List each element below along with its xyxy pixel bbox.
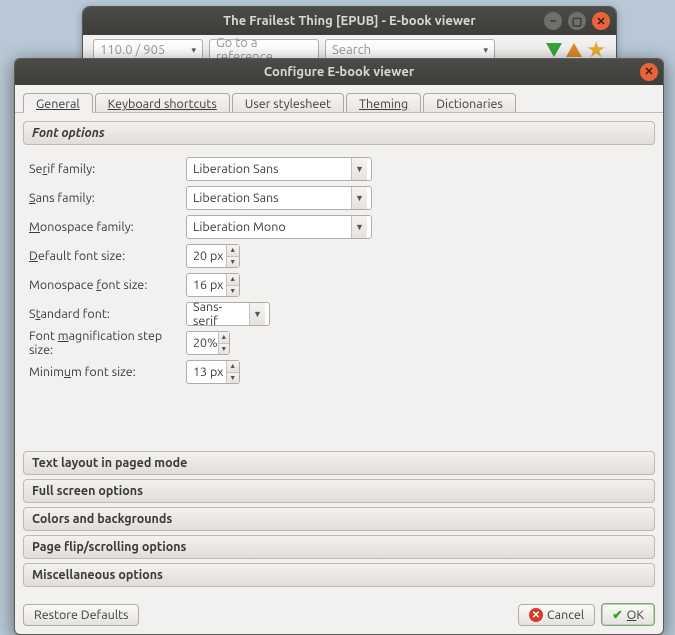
ok-button[interactable]: ✔ OK: [601, 603, 655, 626]
monospace-family-value: Liberation Mono: [193, 220, 347, 234]
bookmark-icon[interactable]: ★: [586, 41, 606, 59]
close-icon[interactable]: ✕: [592, 12, 610, 30]
restore-defaults-button[interactable]: Restore Defaults: [23, 604, 139, 626]
spin-down-icon[interactable]: ▼: [227, 286, 239, 297]
spin-up-icon[interactable]: ▲: [227, 361, 239, 373]
font-mag-step-label: Font magnification step size:: [29, 329, 186, 357]
prev-icon[interactable]: [566, 43, 582, 57]
tab-keyboard-shortcuts[interactable]: Keyboard shortcuts: [95, 93, 230, 112]
spin-up-icon[interactable]: ▲: [227, 274, 239, 286]
spin-down-icon[interactable]: ▼: [219, 344, 229, 355]
sans-family-label: Sans family:: [29, 191, 186, 205]
minimum-font-size-spin[interactable]: 13 px ▲▼: [186, 360, 240, 384]
sans-family-combo[interactable]: Liberation Sans ▼: [186, 186, 372, 210]
dialog-close-icon[interactable]: ✕: [640, 63, 658, 81]
dialog-title: Configure E-book viewer: [264, 65, 414, 79]
standard-font-combo[interactable]: Sans-serif ▼: [186, 302, 270, 326]
tab-bar: General Keyboard shortcuts User styleshe…: [15, 85, 663, 113]
chevron-down-icon[interactable]: ▼: [351, 158, 367, 180]
position-value: 110.0 / 905: [100, 43, 165, 57]
font-mag-step-value: 20%: [193, 336, 218, 350]
tab-theming[interactable]: Theming: [346, 93, 421, 112]
serif-family-value: Liberation Sans: [193, 162, 347, 176]
default-font-size-label: Default font size:: [29, 249, 186, 263]
minimum-font-size-label: Minimum font size:: [29, 365, 186, 379]
check-icon: ✔: [612, 607, 622, 622]
chevron-down-icon[interactable]: ▼: [249, 303, 265, 325]
monospace-font-size-spin[interactable]: 16 px ▲▼: [186, 273, 240, 297]
serif-family-label: Serif family:: [29, 162, 186, 176]
section-misc[interactable]: Miscellaneous options: [23, 563, 655, 587]
spin-down-icon[interactable]: ▼: [227, 373, 239, 384]
viewer-title: The Frailest Thing [EPUB] - E-book viewe…: [83, 14, 616, 28]
monospace-font-size-label: Monospace font size:: [29, 278, 186, 292]
spin-up-icon[interactable]: ▲: [219, 332, 229, 344]
standard-font-label: Standard font:: [29, 307, 186, 321]
cancel-icon: ✕: [529, 608, 543, 622]
monospace-font-size-value: 16 px: [193, 278, 226, 292]
minimum-font-size-value: 13 px: [193, 365, 226, 379]
viewer-titlebar: The Frailest Thing [EPUB] - E-book viewe…: [83, 7, 616, 35]
sans-family-value: Liberation Sans: [193, 191, 347, 205]
section-font-options[interactable]: Font options: [23, 121, 655, 145]
dialog-titlebar: Configure E-book viewer ✕: [15, 59, 663, 85]
configure-dialog: Configure E-book viewer ✕ General Keyboa…: [14, 58, 664, 635]
tab-dictionaries[interactable]: Dictionaries: [423, 93, 516, 112]
minimize-icon[interactable]: –: [544, 12, 562, 30]
cancel-button[interactable]: ✕ Cancel: [518, 604, 595, 626]
font-mag-step-spin[interactable]: 20% ▲▼: [186, 331, 230, 355]
tab-general[interactable]: General: [23, 93, 93, 113]
standard-font-value: Sans-serif: [193, 300, 245, 328]
tab-general-body: Font options Serif family: Liberation Sa…: [15, 113, 663, 597]
section-page-flip[interactable]: Page flip/scrolling options: [23, 535, 655, 559]
default-font-size-spin[interactable]: 20 px ▲▼: [186, 244, 240, 268]
section-colors[interactable]: Colors and backgrounds: [23, 507, 655, 531]
section-full-screen[interactable]: Full screen options: [23, 479, 655, 503]
spin-down-icon[interactable]: ▼: [227, 257, 239, 268]
monospace-family-label: Monospace family:: [29, 220, 186, 234]
search-placeholder: Search: [332, 43, 371, 57]
spin-up-icon[interactable]: ▲: [227, 245, 239, 257]
monospace-family-combo[interactable]: Liberation Mono ▼: [186, 215, 372, 239]
chevron-down-icon[interactable]: ▼: [351, 187, 367, 209]
default-font-size-value: 20 px: [193, 249, 226, 263]
maximize-icon[interactable]: ▢: [568, 12, 586, 30]
serif-family-combo[interactable]: Liberation Sans ▼: [186, 157, 372, 181]
next-icon[interactable]: [546, 43, 562, 57]
chevron-down-icon[interactable]: ▼: [351, 216, 367, 238]
dialog-button-row: Restore Defaults ✕ Cancel ✔ OK: [15, 597, 663, 634]
section-text-layout[interactable]: Text layout in paged mode: [23, 451, 655, 475]
font-options-group: Serif family: Liberation Sans ▼ Sans fam…: [23, 151, 655, 451]
tab-user-stylesheet[interactable]: User stylesheet: [232, 93, 344, 112]
